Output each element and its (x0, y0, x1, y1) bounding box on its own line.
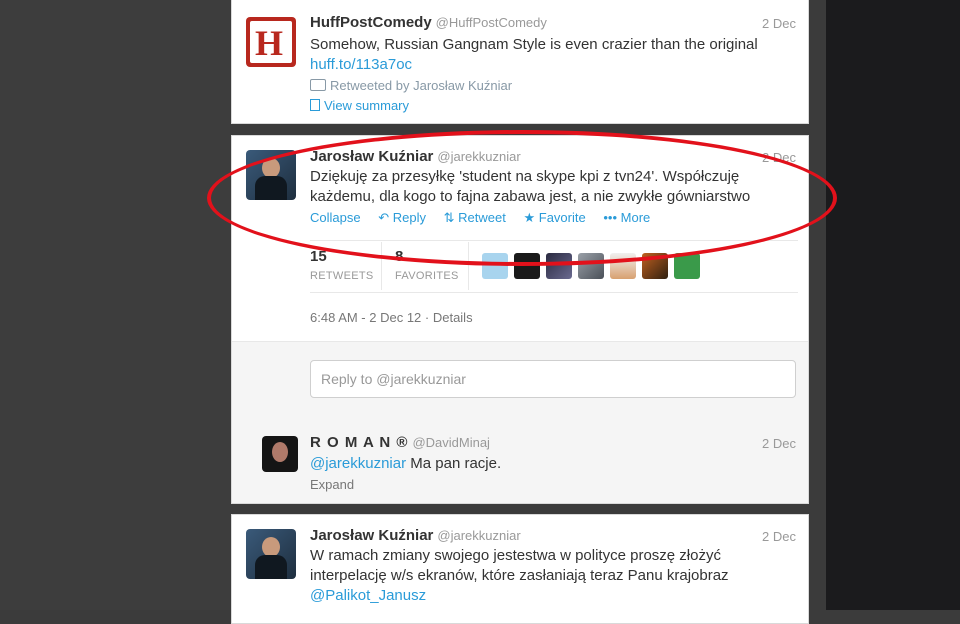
tweet-mention[interactable]: @Palikot_Janusz (310, 587, 426, 604)
background-right (826, 0, 960, 610)
avatar-jarekkuzniar[interactable] (246, 529, 296, 579)
tweet-text-line2: interpelację w/s ekranów, które zasłania… (310, 567, 729, 584)
tweet-huffpostcomedy[interactable]: H HuffPostComedy @HuffPostComedy 2 Dec So… (231, 0, 809, 124)
favorites-label[interactable]: FAVORITES (395, 270, 459, 282)
author-handle[interactable]: @HuffPostComedy (436, 15, 547, 30)
retweet-icon (310, 79, 326, 91)
tweet-author-name[interactable]: HuffPostComedy @HuffPostComedy (310, 14, 547, 31)
divider (310, 292, 798, 293)
retweeted-by-label: Retweeted by Jarosław Kuźniar (330, 78, 513, 93)
retweeted-by: Retweeted by Jarosław Kuźniar (310, 78, 512, 93)
tweet-date[interactable]: 2 Dec (762, 16, 796, 31)
reply-mention[interactable]: @jarekkuzniar (310, 455, 406, 472)
tweet-link[interactable]: huff.to/113a7oc (310, 56, 412, 73)
highlight-oval (207, 130, 837, 266)
author-name[interactable]: Jarosław Kuźniar (310, 527, 433, 544)
avatar-huffpost[interactable]: H (246, 17, 296, 67)
author-name[interactable]: R O M A N ® (310, 434, 408, 451)
reply-input[interactable]: Reply to @jarekkuzniar (310, 360, 796, 398)
tweet-author-name[interactable]: Jarosław Kuźniar @jarekkuzniar (310, 527, 521, 544)
reply-placeholder: Reply to @jarekkuzniar (321, 371, 466, 387)
document-icon (310, 99, 320, 111)
tweet-jarekkuzniar-2[interactable]: Jarosław Kuźniar @jarekkuzniar 2 Dec W ra… (231, 514, 809, 624)
retweets-label[interactable]: RETWEETS (310, 270, 374, 282)
author-name[interactable]: HuffPostComedy (310, 14, 432, 31)
view-summary-label[interactable]: View summary (324, 98, 409, 113)
avatar-letter: H (255, 23, 284, 63)
tweet-text-body: Somehow, Russian Gangnam Style is even c… (310, 36, 758, 53)
avatar-davidminaj[interactable] (262, 436, 298, 472)
tweet-text: Somehow, Russian Gangnam Style is even c… (310, 35, 798, 75)
reply-text: @jarekkuzniar Ma pan racje. (310, 454, 798, 474)
expand-link[interactable]: Expand (310, 477, 354, 492)
reply-author-name[interactable]: R O M A N ® @DavidMinaj (310, 434, 490, 451)
background-left (0, 0, 230, 610)
tweet-text: W ramach zmiany swojego jestestwa w poli… (310, 546, 798, 606)
tweet-timestamp[interactable]: 6:48 AM - 2 Dec 12 · Details (310, 310, 473, 325)
tweet-date[interactable]: 2 Dec (762, 529, 796, 544)
reply-date[interactable]: 2 Dec (762, 436, 796, 451)
author-handle[interactable]: @jarekkuzniar (437, 528, 520, 543)
reply-text-body: Ma pan racje. (410, 455, 502, 472)
author-handle[interactable]: @DavidMinaj (412, 435, 490, 450)
tweet-text-line1: W ramach zmiany swojego jestestwa w poli… (310, 547, 721, 564)
view-summary[interactable]: View summary (310, 98, 409, 113)
